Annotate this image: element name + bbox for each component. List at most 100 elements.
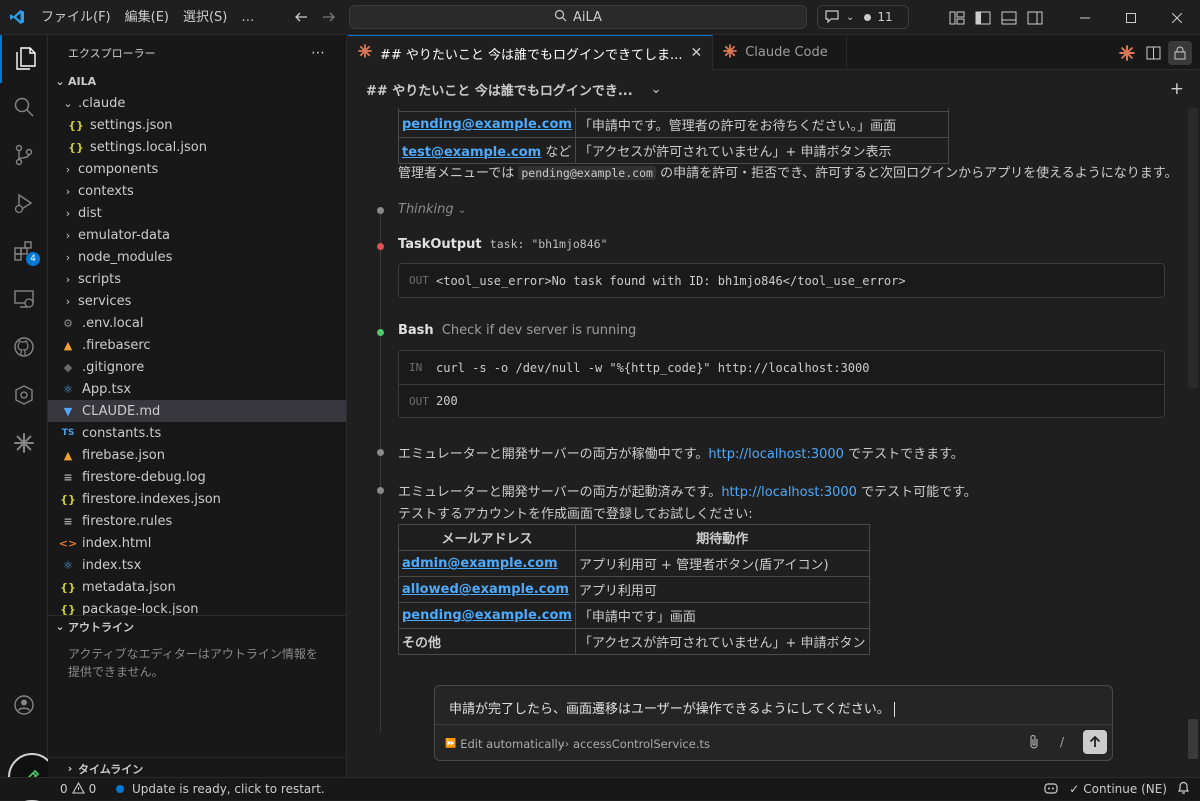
copilot-status[interactable]: ⌄ 11: [817, 5, 909, 29]
source-control-icon[interactable]: [0, 131, 48, 179]
email-link[interactable]: pending@example.com: [402, 117, 572, 132]
new-chat-icon[interactable]: +: [1170, 79, 1184, 99]
continue-status[interactable]: ✓ Continue (NE): [1069, 782, 1167, 796]
toggle-secondary-sidebar-icon[interactable]: [1022, 0, 1048, 35]
remote-explorer-icon[interactable]: [0, 275, 48, 323]
conversation-title[interactable]: ## やりたいこと 今は誰でもログインでき...: [366, 80, 633, 99]
chevron-down-icon: ⌄: [55, 620, 65, 633]
forward-arrow-icon[interactable]: [316, 4, 342, 30]
file-item[interactable]: ▼ CLAUDE.md: [48, 400, 346, 422]
timeline-section-header[interactable]: › タイムライン: [48, 757, 346, 777]
close-icon[interactable]: ✕: [690, 45, 702, 61]
tab-claude-code[interactable]: Claude Code: [713, 35, 847, 70]
folder-item[interactable]: › dist: [48, 202, 346, 224]
menu-file[interactable]: ファイル(F): [34, 0, 118, 35]
toggle-primary-sidebar-icon[interactable]: [970, 0, 996, 35]
explorer-icon[interactable]: [0, 35, 48, 83]
command-center-search[interactable]: AiLA: [349, 5, 807, 29]
edit-mode-button[interactable]: ⏩ Edit automatically: [445, 737, 565, 751]
file-item[interactable]: {} settings.local.json: [48, 136, 346, 158]
folder-item[interactable]: › services: [48, 290, 346, 312]
lock-icon[interactable]: [1168, 40, 1192, 65]
localhost-link[interactable]: http://localhost:3000: [708, 447, 844, 462]
back-arrow-icon[interactable]: [288, 4, 314, 30]
extensions-icon[interactable]: 4: [0, 227, 48, 275]
toggle-panel-icon[interactable]: [996, 0, 1022, 35]
send-button[interactable]: [1083, 730, 1107, 754]
file-item[interactable]: ◆ .gitignore: [48, 356, 346, 378]
context-file-chip[interactable]: ‹› accessControlService.ts: [561, 737, 710, 751]
file-item[interactable]: {} firestore.indexes.json: [48, 488, 346, 510]
file-item[interactable]: ⚙ .env.local: [48, 312, 346, 334]
file-item[interactable]: ≡ firestore.rules: [48, 510, 346, 532]
close-window-icon[interactable]: [1154, 0, 1200, 35]
chat-scrollbar-thumb[interactable]: [1188, 719, 1198, 759]
problems-indicator[interactable]: 0 0: [60, 781, 96, 797]
chat-input[interactable]: 申請が完了したら、画面遷移はユーザーが操作できるようにしてください。: [449, 698, 895, 717]
text-cursor: [893, 702, 895, 717]
firebase-icon: ▲: [63, 338, 73, 352]
update-notice[interactable]: Update is ready, click to restart.: [116, 782, 325, 796]
run-debug-icon[interactable]: [0, 179, 48, 227]
search-view-icon[interactable]: [0, 83, 48, 131]
folder-item[interactable]: › components: [48, 158, 346, 180]
notifications-bell-icon[interactable]: [1177, 781, 1190, 798]
copilot-icon[interactable]: [1043, 781, 1059, 798]
menu-edit[interactable]: 編集(E): [118, 0, 176, 35]
timeline-dot: [377, 207, 384, 214]
thinking-toggle[interactable]: Thinking ⌄: [398, 202, 466, 217]
claude-icon[interactable]: [1116, 44, 1138, 61]
tree-item-label: settings.local.json: [90, 139, 207, 155]
email-link[interactable]: allowed@example.com: [402, 582, 569, 597]
tab-claude-conversation[interactable]: ## やりたいこと 今は誰でもログインできてしま... ✕: [348, 35, 714, 70]
chevron-down-icon: ⌄: [457, 205, 467, 216]
more-actions-icon[interactable]: ⋯: [311, 45, 326, 61]
split-editor-icon[interactable]: [1142, 46, 1164, 60]
chat-input-box[interactable]: 申請が完了したら、画面遷移はユーザーが操作できるようにしてください。 ⏩ Edi…: [434, 685, 1113, 761]
folder-item[interactable]: › contexts: [48, 180, 346, 202]
workspace-root[interactable]: ⌄ AILA: [48, 70, 346, 92]
chevron-right-icon: ›: [65, 206, 71, 220]
attach-icon[interactable]: [1027, 734, 1041, 754]
file-item[interactable]: ▲ .firebaserc: [48, 334, 346, 356]
customize-layout-icon[interactable]: [944, 0, 970, 35]
folder-item[interactable]: › node_modules: [48, 246, 346, 268]
folder-item[interactable]: › scripts: [48, 268, 346, 290]
error-dot: [377, 243, 384, 250]
menu-more[interactable]: …: [234, 0, 261, 35]
table-cell-suffix: など: [545, 145, 572, 160]
message-text: エミュレーターと開発サーバーの両方が起動済みです。: [398, 485, 722, 500]
file-item[interactable]: ⚛ App.tsx: [48, 378, 346, 400]
slash-command-icon[interactable]: /: [1060, 735, 1064, 749]
menu-selection[interactable]: 選択(S): [176, 0, 234, 35]
file-item[interactable]: TS constants.ts: [48, 422, 346, 444]
email-link[interactable]: admin@example.com: [402, 556, 558, 571]
localhost-link[interactable]: http://localhost:3000: [721, 485, 857, 500]
folder-item[interactable]: ⌄ .claude: [48, 92, 346, 114]
github-icon[interactable]: [0, 323, 48, 371]
tree-item-label: dist: [78, 205, 102, 221]
maximize-icon[interactable]: [1108, 0, 1154, 35]
email-link[interactable]: test@example.com: [402, 145, 541, 160]
file-item[interactable]: ▲ firebase.json: [48, 444, 346, 466]
claude-icon[interactable]: [0, 419, 48, 467]
vscode-logo-icon: [0, 0, 34, 35]
file-item[interactable]: <> index.html: [48, 532, 346, 554]
tree-item-label: index.html: [82, 535, 152, 551]
table-cell: アプリ利用可: [574, 576, 870, 603]
minimize-icon[interactable]: [1062, 0, 1108, 35]
outline-section-header[interactable]: ⌄ アウトライン: [48, 615, 346, 637]
email-link[interactable]: pending@example.com: [402, 608, 572, 623]
accounts-icon[interactable]: [0, 681, 48, 729]
file-item[interactable]: ⚛ index.tsx: [48, 554, 346, 576]
table-cell: 「アクセスが許可されていません」+ 申請ボタン: [574, 628, 870, 655]
chevron-down-icon[interactable]: ⌄: [651, 82, 662, 97]
folder-item[interactable]: › emulator-data: [48, 224, 346, 246]
workspace-root-label: AILA: [68, 74, 97, 88]
update-text: Update is ready, click to restart.: [132, 782, 325, 796]
file-item[interactable]: ≡ firestore-debug.log: [48, 466, 346, 488]
edit-mode-label: Edit automatically: [460, 737, 565, 751]
file-item[interactable]: {} settings.json: [48, 114, 346, 136]
file-item[interactable]: {} metadata.json: [48, 576, 346, 598]
kubernetes-icon[interactable]: [0, 371, 48, 419]
